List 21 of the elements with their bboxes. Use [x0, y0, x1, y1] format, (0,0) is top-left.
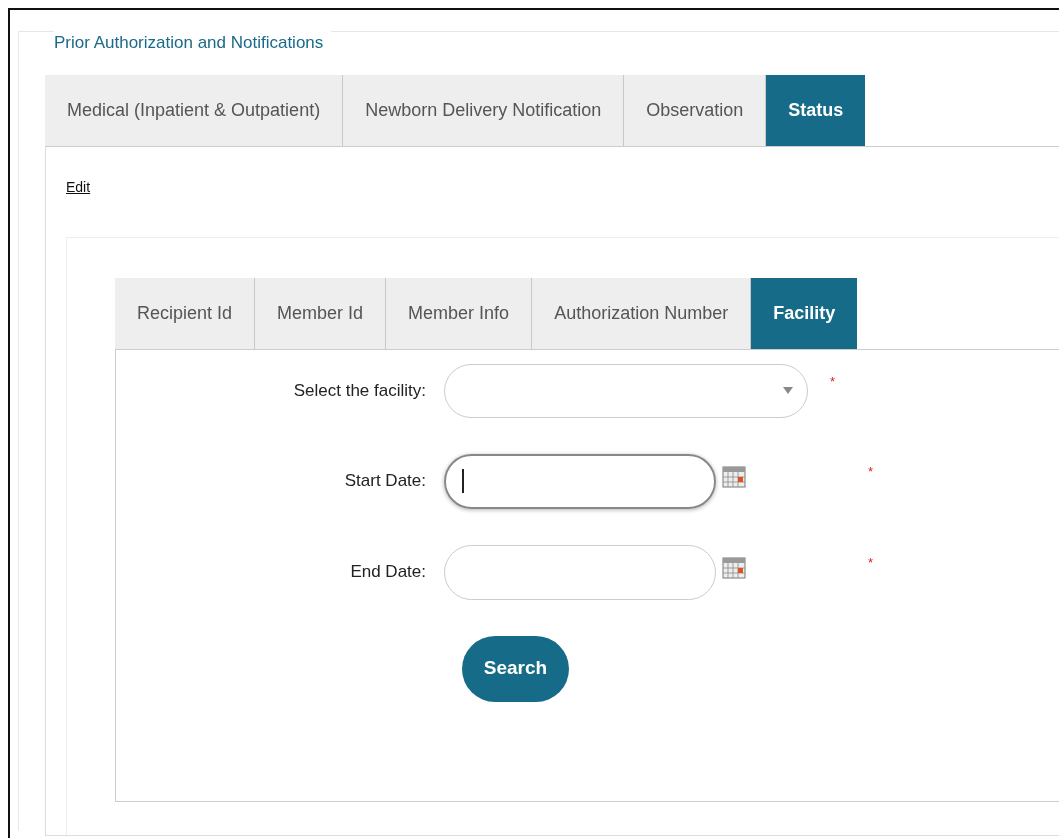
tab[interactable]: Newborn Delivery Notification: [343, 74, 625, 146]
required-mark: *: [868, 553, 874, 572]
calendar-icon[interactable]: [722, 465, 746, 488]
tab[interactable]: Member Id: [255, 277, 387, 349]
tab[interactable]: Observation: [624, 74, 767, 146]
field-label: End Date:: [349, 561, 427, 584]
date-input[interactable]: [444, 453, 716, 509]
tab[interactable]: Medical (Inpatient & Outpatient): [45, 74, 344, 146]
search-button[interactable]: Search: [462, 635, 569, 702]
field-label: Select the facility:: [292, 379, 427, 402]
required-mark: *: [868, 462, 874, 481]
calendar-icon[interactable]: [722, 556, 746, 579]
tab[interactable]: Member Info: [386, 277, 533, 349]
tab[interactable]: Facility: [751, 277, 858, 349]
tab[interactable]: Authorization Number: [532, 277, 752, 349]
dropdown-arrow-icon: [783, 387, 793, 394]
tab[interactable]: Recipient Id: [115, 277, 256, 349]
required-mark: *: [830, 372, 836, 391]
edit-link[interactable]: Edit: [66, 178, 91, 195]
tab[interactable]: Status: [766, 74, 866, 146]
field-label: Start Date:: [343, 470, 427, 493]
